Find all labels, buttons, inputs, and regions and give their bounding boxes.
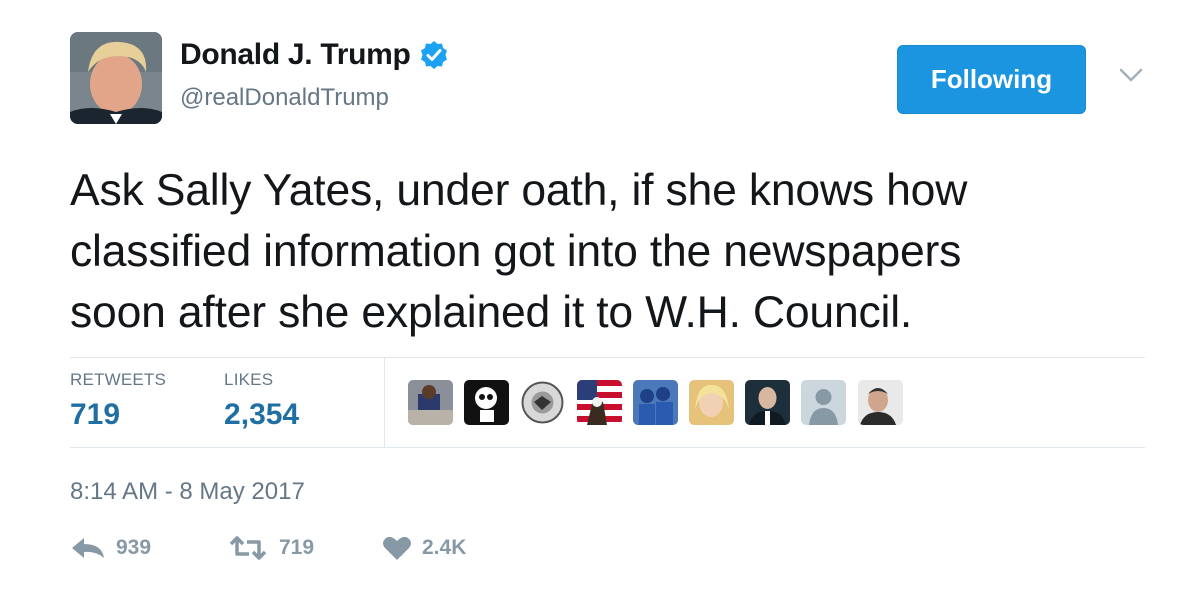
liked-by-avatars [408, 380, 914, 425]
likes-value: 2,354 [224, 398, 300, 431]
liker-avatar[interactable] [464, 380, 510, 425]
tweet-line: classified information got into the news… [70, 227, 962, 276]
chevron-down-icon[interactable] [1118, 66, 1144, 84]
liker-avatar[interactable] [520, 380, 566, 425]
liker-avatar[interactable] [745, 380, 791, 425]
retweet-icon [229, 536, 267, 560]
verified-badge-icon [419, 40, 449, 70]
author-handle[interactable]: @realDonaldTrump [180, 84, 389, 112]
retweet-count: 719 [279, 536, 315, 559]
tweet-text: Ask Sally Yates, under oath, if she know… [70, 160, 1150, 343]
retweets-value: 719 [70, 398, 121, 431]
reply-count: 939 [116, 536, 152, 559]
tweet-actions: 939 719 2.4K [70, 535, 466, 561]
following-button[interactable]: Following [897, 45, 1086, 114]
liker-avatar[interactable] [632, 380, 678, 425]
likes-stat[interactable]: LIKES 2,354 [224, 370, 299, 432]
liker-avatar[interactable] [576, 380, 622, 425]
divider [70, 447, 1145, 448]
liker-avatar[interactable] [408, 380, 453, 425]
author-avatar[interactable] [70, 32, 162, 124]
retweet-button[interactable]: 719 [227, 536, 382, 560]
tweet-stats: RETWEETS 719 LIKES 2,354 [70, 370, 357, 432]
retweets-label: RETWEETS [70, 370, 167, 389]
liker-avatar[interactable] [801, 380, 847, 425]
profile-photo-icon [70, 32, 162, 124]
divider [70, 357, 1145, 358]
liker-avatar[interactable] [688, 380, 734, 425]
tweet-timestamp[interactable]: 8:14 AM - 8 May 2017 [70, 478, 305, 506]
liker-avatar[interactable] [857, 380, 903, 425]
reply-button[interactable]: 939 [70, 536, 227, 560]
heart-icon [383, 536, 411, 560]
reply-icon [72, 538, 104, 558]
likes-label: LIKES [224, 370, 274, 389]
retweets-stat[interactable]: RETWEETS 719 [70, 370, 166, 432]
tweet-line: soon after she explained it to W.H. Coun… [70, 288, 913, 337]
like-button[interactable]: 2.4K [382, 535, 466, 561]
stats-separator [384, 358, 385, 447]
author-display-name[interactable]: Donald J. Trump [180, 38, 411, 72]
tweet-line: Ask Sally Yates, under oath, if she know… [70, 166, 968, 215]
like-count: 2.4K [422, 536, 467, 559]
